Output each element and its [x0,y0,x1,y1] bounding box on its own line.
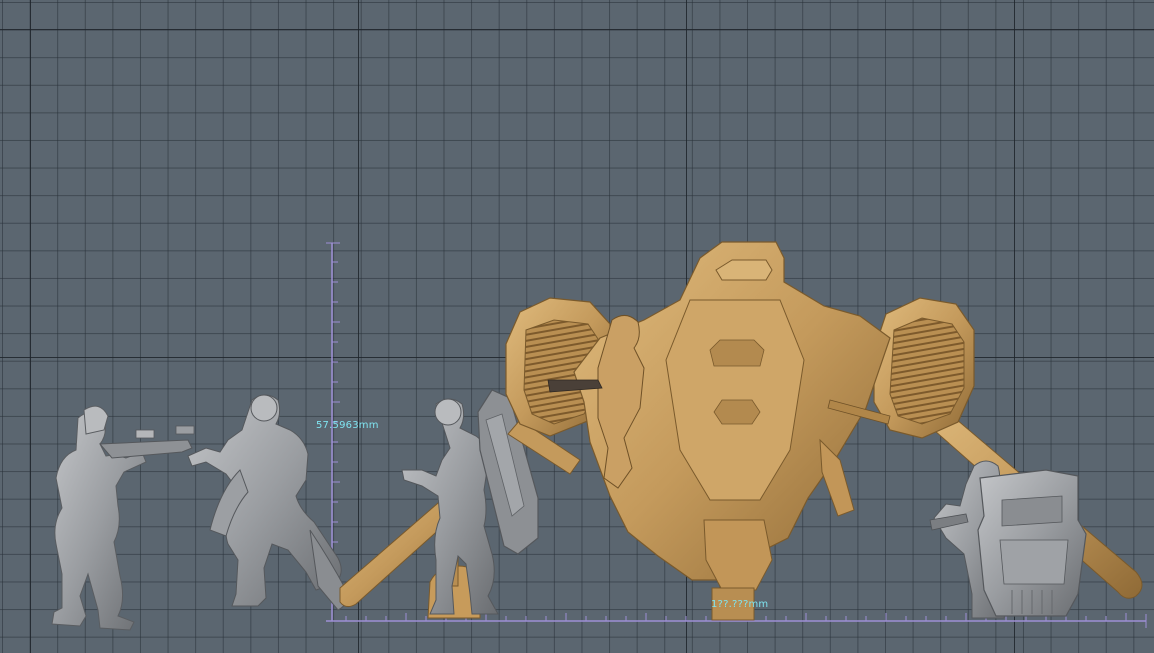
3d-viewport[interactable]: 57.5963mm 1??.???mm [0,0,1154,653]
width-measurement-label: 1??.???mm [711,599,769,610]
soldier-kneeling-behind-crate[interactable] [929,460,1087,619]
model-scene [51,241,1147,631]
soldier-aiming-rifle[interactable] [51,405,193,631]
height-measurement-label: 57.5963mm [316,420,379,431]
